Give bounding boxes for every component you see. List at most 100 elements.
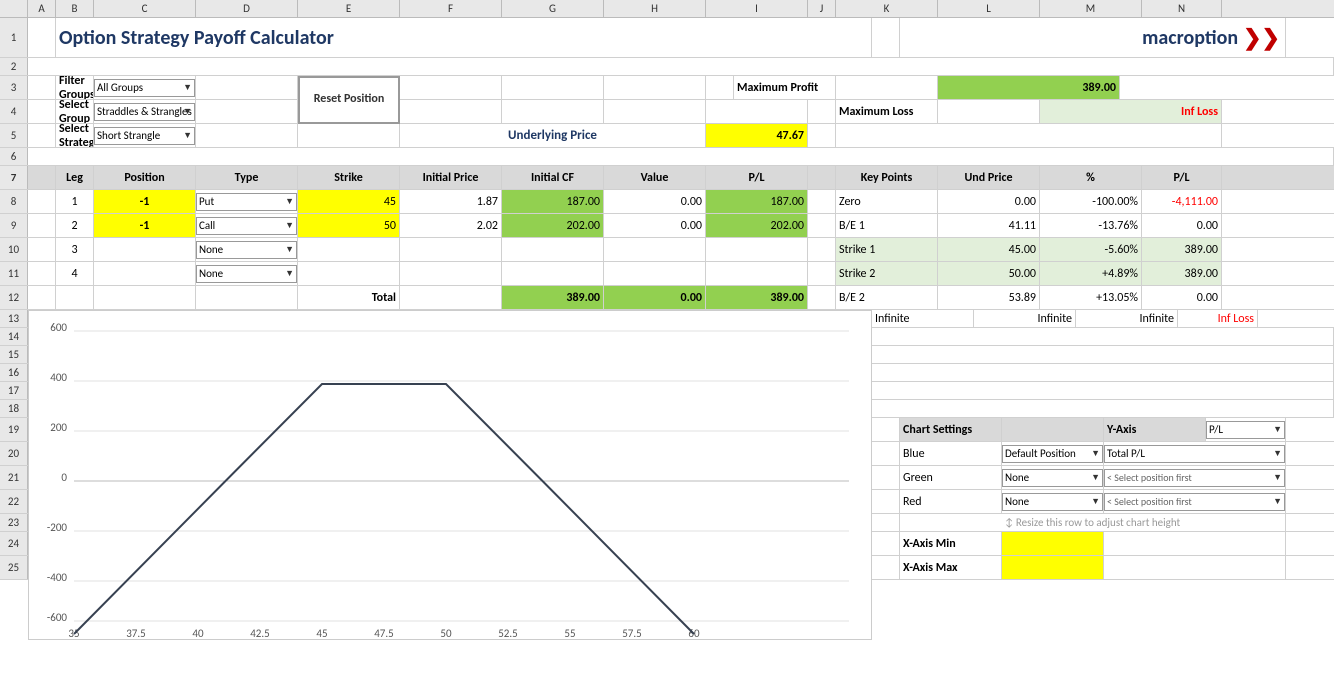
x-axis-max-value[interactable] [1002,556,1104,579]
leg2-type-dropdown[interactable]: Call ▼ [196,214,298,237]
cell-2-empty [28,58,1334,75]
max-profit-value: 389.00 [938,76,1120,99]
cell-1a [28,18,56,57]
chart-settings-label: Chart Settings [900,418,1002,441]
underlying-price-label: Underlying Price [400,124,706,147]
col-strike-header: Strike [298,166,400,189]
leg4-type-dropdown[interactable]: None ▼ [196,262,298,285]
kp-infinite-label: Infinite [872,310,974,327]
kp-infinite-undprice: Infinite [974,310,1076,327]
rownum-23: 23 [0,514,28,531]
svg-text:200: 200 [50,421,67,434]
rownum-9: 9 [0,214,28,237]
cell-3a [28,76,56,99]
rownum-15: 15 [0,346,28,363]
corner-cell [0,0,28,17]
kp-infinite-pl: Inf Loss [1178,310,1258,327]
filter-groups-dropdown[interactable]: All Groups ▼ [94,76,196,99]
leg2-initial-cf: 202.00 [502,214,604,237]
cell-4d [196,100,298,123]
rownum-17: 17 [0,382,28,399]
svg-text:42.5: 42.5 [250,627,270,640]
resize-hint: ↕ Resize this row to adjust chart height [900,514,1286,531]
svg-text:0: 0 [61,471,67,484]
kp-be2-pct: +13.05% [1040,286,1142,309]
leg3-type-dropdown[interactable]: None ▼ [196,238,298,261]
leg1-type-dropdown[interactable]: Put ▼ [196,190,298,213]
col-leg-header: Leg [56,166,94,189]
select-group-arrow-icon: ▼ [183,106,192,117]
blue-right-arrow-icon: ▼ [1273,448,1282,459]
leg1-strike[interactable]: 45 [298,190,400,213]
rownum-18: 18 [0,400,28,417]
blue-dropdown-arrow-icon: ▼ [1091,448,1100,459]
underlying-price-value[interactable]: 47.67 [706,124,808,147]
cell-6-empty [28,148,1334,165]
rownum-3: 3 [0,76,28,99]
blue-right-dropdown[interactable]: Total P/L ▼ [1104,442,1286,465]
cell-5a [28,124,56,147]
green-label: Green [900,466,1002,489]
select-strategy-dropdown[interactable]: Short Strangle ▼ [94,124,196,147]
rownum-22: 22 [0,490,28,513]
rownum-14: 14 [0,328,28,345]
kp-strike1-undprice: 45.00 [938,238,1040,261]
cell-4h [604,100,706,123]
svg-text:37.5: 37.5 [126,627,146,640]
kp-be1-label: B/E 1 [836,214,938,237]
red-right-dropdown[interactable]: < Select position first ▼ [1104,490,1286,513]
green-right-dropdown[interactable]: < Select position first ▼ [1104,466,1286,489]
cell-5j [808,124,836,147]
cell-19j [872,418,900,441]
select-strategy-arrow-icon: ▼ [183,130,192,141]
cell-4f [400,100,502,123]
leg1-pl: 187.00 [706,190,808,213]
col-f-header: F [400,0,502,17]
col-initialcf-header: Initial CF [502,166,604,189]
leg3-position [94,238,196,261]
svg-text:52.5: 52.5 [498,627,518,640]
cell-25mn [1104,556,1286,579]
cell-12d [196,286,298,309]
row-10-leg3: 10 3 None ▼ Strike 1 45.00 -5.60% 389.00 [0,238,1334,262]
green-dropdown[interactable]: None ▼ [1002,466,1104,489]
leg4-pl [706,262,808,285]
red-dropdown[interactable]: None ▼ [1002,490,1104,513]
col-c-header: C [94,0,196,17]
reset-position-button[interactable]: Reset Position [298,76,400,124]
cell-12f [400,286,502,309]
cell-8j [808,190,836,213]
rownum-10: 10 [0,238,28,261]
svg-text:45: 45 [316,627,327,640]
spreadsheet: A B C D E F G H I J K L M N 1 Option Str… [0,0,1334,686]
leg2-strike[interactable]: 50 [298,214,400,237]
rownum-24: 24 [0,532,28,555]
svg-text:400: 400 [50,371,67,384]
cell-3j [706,76,734,99]
cell-9a [28,214,56,237]
kp-zero-pct: -100.00% [1040,190,1142,213]
leg2-position[interactable]: -1 [94,214,196,237]
leg1-position[interactable]: -1 [94,190,196,213]
col-h-header: H [604,0,706,17]
col-initialprice-header: Initial Price [400,166,502,189]
kp-strike2-undprice: 50.00 [938,262,1040,285]
select-group-dropdown[interactable]: Straddles & Strangles ▼ [94,100,196,123]
kp-zero-label: Zero [836,190,938,213]
col-position-header: Position [94,166,196,189]
kp-und-price-header: Und Price [938,166,1040,189]
kp-strike2-label: Strike 2 [836,262,938,285]
leg3-num: 3 [56,238,94,261]
svg-text:55: 55 [564,627,575,640]
filter-groups-arrow-icon: ▼ [183,82,192,93]
leg1-initial-cf: 187.00 [502,190,604,213]
cell-3g [400,76,502,99]
green-right-arrow-icon: ▼ [1273,472,1282,483]
kp-zero-undprice: 0.00 [938,190,1040,213]
x-axis-min-value[interactable] [1002,532,1104,555]
rownum-5: 5 [0,124,28,147]
cell-4g [502,100,604,123]
y-axis-dropdown[interactable]: P/L ▼ [1206,418,1286,441]
blue-dropdown[interactable]: Default Position ▼ [1002,442,1104,465]
total-pl: 389.00 [706,286,808,309]
